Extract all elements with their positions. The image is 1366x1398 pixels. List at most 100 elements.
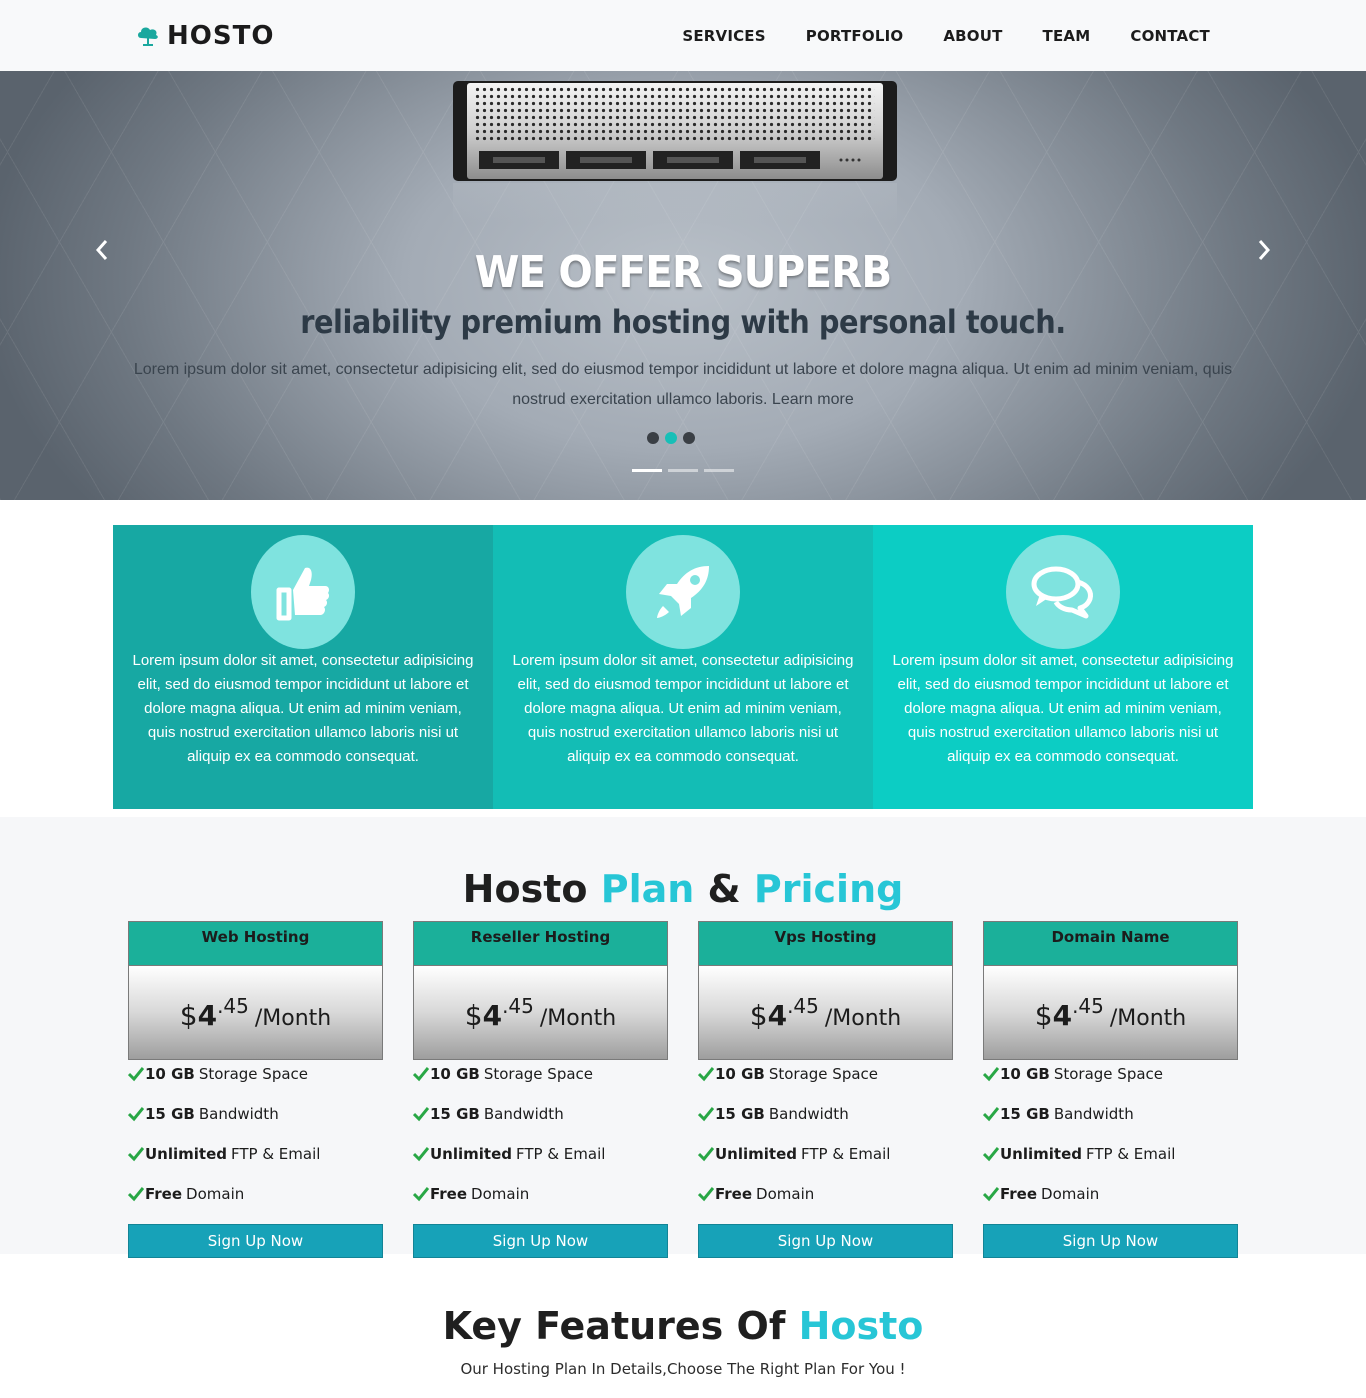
rocket-icon bbox=[657, 566, 709, 618]
price-period: /Month bbox=[254, 1006, 332, 1031]
feature-label: Storage Space bbox=[768, 1065, 879, 1083]
price-currency: $ bbox=[179, 999, 198, 1032]
feature-value: 15 GB bbox=[715, 1105, 765, 1123]
feature-label: FTP & Email bbox=[231, 1145, 321, 1163]
pricing-plan-domain-name: Domain Name $4.45/Month 10 GB Storage Spa… bbox=[983, 921, 1238, 1258]
check-icon bbox=[698, 1067, 714, 1082]
plan-feature: Free Domain bbox=[128, 1184, 383, 1224]
feature-value: 10 GB bbox=[1000, 1065, 1050, 1083]
feature-block-chat: Lorem ipsum dolor sit amet, consectetur … bbox=[873, 525, 1253, 809]
carousel-indicator-active[interactable] bbox=[632, 469, 662, 472]
feature-value: Unlimited bbox=[1000, 1145, 1082, 1163]
price-integer: 4 bbox=[482, 999, 503, 1032]
price-period: /Month bbox=[1109, 1006, 1187, 1031]
feature-value: Free bbox=[430, 1185, 468, 1203]
brand-name: HOSTO bbox=[167, 21, 275, 51]
nav-team[interactable]: TEAM bbox=[1023, 27, 1111, 45]
pricing-heading-accent: Plan bbox=[600, 867, 695, 911]
price-decimal: .45 bbox=[787, 994, 819, 1018]
price-decimal: .45 bbox=[217, 994, 249, 1018]
feature-value: 15 GB bbox=[1000, 1105, 1050, 1123]
plan-feature: 10 GB Storage Space bbox=[128, 1064, 383, 1104]
feature-label: Storage Space bbox=[483, 1065, 594, 1083]
pricing-heading-accent: Pricing bbox=[753, 867, 904, 911]
feature-icon-circle bbox=[1006, 535, 1120, 649]
key-features-subheading: Our Hosting Plan In Details,Choose The R… bbox=[460, 1360, 906, 1378]
chat-bubbles-icon bbox=[1031, 566, 1093, 619]
feature-value: 15 GB bbox=[145, 1105, 195, 1123]
price-decimal: .45 bbox=[502, 994, 534, 1018]
check-icon bbox=[413, 1067, 429, 1082]
thumbs-up-icon bbox=[276, 567, 330, 621]
plan-feature: Unlimited FTP & Email bbox=[983, 1144, 1238, 1184]
check-icon bbox=[983, 1067, 999, 1082]
sign-up-button[interactable]: Sign Up Now bbox=[983, 1224, 1238, 1258]
price-integer: 4 bbox=[1052, 999, 1073, 1032]
check-icon bbox=[413, 1187, 429, 1202]
plan-name: Vps Hosting bbox=[698, 921, 953, 965]
sign-up-button[interactable]: Sign Up Now bbox=[698, 1224, 953, 1258]
carousel-indicator[interactable] bbox=[704, 469, 734, 472]
price-integer: 4 bbox=[767, 999, 788, 1032]
slide-dot[interactable] bbox=[683, 432, 695, 444]
feature-text: Lorem ipsum dolor sit amet, consectetur … bbox=[512, 652, 854, 765]
hero-title: WE OFFER SUPERB bbox=[474, 247, 893, 298]
feature-label: Bandwidth bbox=[1053, 1105, 1134, 1123]
feature-value: 10 GB bbox=[145, 1065, 195, 1083]
feature-value: Free bbox=[715, 1185, 753, 1203]
check-icon bbox=[128, 1067, 144, 1082]
server-rack-image bbox=[453, 81, 897, 181]
feature-text: Lorem ipsum dolor sit amet, consectetur … bbox=[132, 652, 474, 765]
plan-price: $4.45/Month bbox=[414, 994, 667, 1032]
plan-feature: 10 GB Storage Space bbox=[413, 1064, 668, 1104]
hero-carousel: WE OFFER SUPERB reliability premium host… bbox=[0, 71, 1366, 500]
feature-label: Domain bbox=[756, 1185, 815, 1203]
slide-dot-active[interactable] bbox=[665, 432, 677, 444]
price-period: /Month bbox=[824, 1006, 902, 1031]
feature-value: 15 GB bbox=[430, 1105, 480, 1123]
plan-price-box: $4.45/Month bbox=[698, 965, 953, 1060]
check-icon bbox=[698, 1147, 714, 1162]
plan-price: $4.45/Month bbox=[984, 994, 1237, 1032]
check-icon bbox=[413, 1107, 429, 1122]
check-icon bbox=[128, 1147, 144, 1162]
feature-value: Unlimited bbox=[715, 1145, 797, 1163]
nav-about[interactable]: ABOUT bbox=[923, 27, 1022, 45]
feature-label: Domain bbox=[471, 1185, 530, 1203]
pricing-heading-part: & bbox=[707, 867, 741, 911]
main-nav: SERVICES PORTFOLIO ABOUT TEAM CONTACT bbox=[662, 0, 1230, 71]
carousel-indicator[interactable] bbox=[668, 469, 698, 472]
feature-value: Unlimited bbox=[430, 1145, 512, 1163]
pricing-section: Hosto Plan & Pricing Web Hosting $4.45/M… bbox=[0, 817, 1366, 1258]
hero-subtitle: reliability premium hosting with persona… bbox=[300, 303, 1066, 341]
plan-feature: Unlimited FTP & Email bbox=[128, 1144, 383, 1184]
sign-up-button[interactable]: Sign Up Now bbox=[128, 1224, 383, 1258]
plan-feature-list: 10 GB Storage Space 15 GB Bandwidth Unlimi… bbox=[983, 1060, 1238, 1224]
cloud-tree-icon bbox=[138, 27, 158, 46]
check-icon bbox=[128, 1187, 144, 1202]
carousel-indicators bbox=[632, 469, 734, 472]
plan-feature: 15 GB Bandwidth bbox=[983, 1104, 1238, 1144]
plan-feature: 15 GB Bandwidth bbox=[698, 1104, 953, 1144]
feature-value: Unlimited bbox=[145, 1145, 227, 1163]
nav-portfolio[interactable]: PORTFOLIO bbox=[786, 27, 924, 45]
feature-label: FTP & Email bbox=[516, 1145, 606, 1163]
plan-price: $4.45/Month bbox=[129, 994, 382, 1032]
price-currency: $ bbox=[749, 999, 768, 1032]
feature-label: Bandwidth bbox=[198, 1105, 279, 1123]
pricing-heading-part: Hosto bbox=[462, 867, 588, 911]
nav-contact[interactable]: CONTACT bbox=[1110, 27, 1230, 45]
plan-name: Reseller Hosting bbox=[413, 921, 668, 965]
check-icon bbox=[128, 1107, 144, 1122]
sign-up-button[interactable]: Sign Up Now bbox=[413, 1224, 668, 1258]
pricing-plan-vps-hosting: Vps Hosting $4.45/Month 10 GB Storage Spa… bbox=[698, 921, 953, 1258]
pricing-plan-web-hosting: Web Hosting $4.45/Month 10 GB Storage Spa… bbox=[128, 921, 383, 1258]
check-icon bbox=[413, 1147, 429, 1162]
slide-dot[interactable] bbox=[647, 432, 659, 444]
plan-feature: 10 GB Storage Space bbox=[698, 1064, 953, 1104]
plan-feature-list: 10 GB Storage Space 15 GB Bandwidth Unlimi… bbox=[128, 1060, 383, 1224]
feature-block-rocket: Lorem ipsum dolor sit amet, consectetur … bbox=[493, 525, 873, 809]
feature-icon-circle bbox=[251, 535, 355, 649]
brand-logo[interactable]: HOSTO bbox=[135, 20, 274, 52]
nav-services[interactable]: SERVICES bbox=[662, 27, 785, 45]
